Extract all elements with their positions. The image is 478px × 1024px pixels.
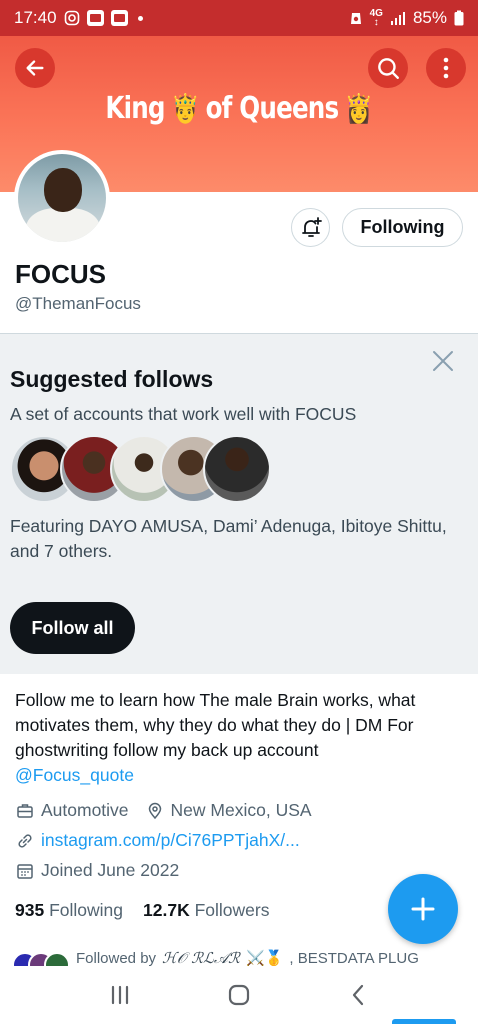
- suggested-follows-card: Suggested follows A set of accounts that…: [0, 334, 478, 674]
- briefcase-icon: [15, 801, 35, 821]
- followers-stat[interactable]: 12.7K Followers: [143, 900, 269, 921]
- profile-avatar[interactable]: [14, 150, 110, 246]
- home-icon: [228, 984, 250, 1006]
- following-label: Following: [49, 900, 124, 920]
- system-navigation-bar: [0, 966, 478, 1024]
- system-back-button[interactable]: [338, 975, 378, 1015]
- plus-icon: [411, 897, 435, 921]
- recent-apps-button[interactable]: [100, 975, 140, 1015]
- bio-mention-link[interactable]: @Focus_quote: [15, 765, 134, 785]
- bottom-blue-indicator: [392, 1019, 456, 1024]
- followers-count: 12.7K: [143, 900, 190, 920]
- notifications-button[interactable]: [291, 208, 330, 247]
- search-button[interactable]: [368, 48, 408, 88]
- profile-meta-row: Automotive New Mexico, USA: [15, 800, 312, 821]
- profile-category: Automotive: [41, 800, 129, 820]
- followed-by-row[interactable]: Followed by ℋ𝒪 ℛℒ𝒜ℛ ⚔️🥇 , BESTDATA PLUG: [12, 948, 478, 968]
- follow-stats: 935 Following 12.7K Followers: [15, 900, 269, 921]
- banner-title: King 🤴 of Queens 👸: [43, 91, 435, 126]
- dismiss-suggestions-button[interactable]: [430, 348, 456, 374]
- profile-location: New Mexico, USA: [170, 800, 312, 820]
- calendar-icon: [15, 861, 35, 881]
- arrow-left-icon: [26, 60, 44, 76]
- followers-label: Followers: [194, 900, 270, 920]
- profile-joined-row: Joined June 2022: [15, 860, 179, 881]
- suggested-avatars[interactable]: [10, 435, 280, 503]
- suggested-title: Suggested follows: [10, 366, 214, 392]
- signal-icon: [390, 11, 406, 25]
- battery-percentage: 85%: [412, 8, 447, 27]
- back-button[interactable]: [15, 48, 55, 88]
- status-time: 17:40: [14, 8, 57, 27]
- status-bar: 17:40 4G ↕ 85%: [0, 0, 478, 36]
- following-count: 935: [15, 900, 45, 920]
- avatar-image: [18, 154, 106, 242]
- follow-all-button[interactable]: Follow all: [10, 602, 135, 654]
- search-icon: [378, 58, 399, 79]
- profile-link-row: instagram.com/p/Ci76PPTjahX/...: [15, 830, 300, 851]
- more-notifications-dot-icon: [137, 15, 143, 21]
- followed-by-emoji: ⚔️🥇: [246, 950, 284, 967]
- chevron-left-icon: [353, 984, 364, 1006]
- followed-by-prefix: Followed by: [76, 949, 157, 967]
- profile-bio: Follow me to learn how The male Brain wo…: [15, 688, 465, 788]
- battery-saver-icon: [349, 10, 363, 26]
- following-stat[interactable]: 935 Following: [15, 900, 123, 921]
- more-vertical-icon: [443, 57, 449, 79]
- suggested-subtitle: A set of accounts that work well with FO…: [10, 404, 357, 424]
- instagram-notification-icon: [64, 10, 80, 26]
- home-button[interactable]: [219, 975, 259, 1015]
- banner-text-king: King: [105, 91, 165, 126]
- suggested-featuring-text: Featuring DAYO AMUSA, Dami’ Adenuga, Ibi…: [10, 516, 447, 561]
- banner-text-queens: of Queens: [205, 91, 340, 126]
- following-button[interactable]: Following: [342, 208, 463, 247]
- avatar: [203, 435, 271, 503]
- bell-plus-icon: [301, 216, 322, 237]
- bio-text: Follow me to learn how The male Brain wo…: [15, 690, 416, 760]
- profile-name: FOCUS: [15, 259, 106, 289]
- profile-website-link[interactable]: instagram.com/p/Ci76PPTjahX/...: [41, 830, 300, 851]
- followed-by-name-1: ℋ𝒪 ℛℒ𝒜ℛ: [162, 949, 241, 967]
- more-options-button[interactable]: [426, 48, 466, 88]
- app-notification-icon: [86, 10, 104, 26]
- network-type: 4G ↕: [369, 8, 383, 28]
- profile-joined-date: Joined June 2022: [41, 860, 180, 880]
- close-icon: [433, 351, 453, 371]
- app-notification-icon: [110, 10, 128, 26]
- battery-icon: [454, 10, 464, 26]
- link-icon: [15, 831, 35, 851]
- profile-handle: @ThemanFocus: [15, 294, 141, 313]
- recent-apps-icon: [111, 985, 128, 1005]
- prince-emoji: 🤴: [171, 92, 200, 125]
- compose-tweet-button[interactable]: [388, 874, 458, 944]
- location-pin-icon: [145, 801, 165, 821]
- followed-by-name-2: , BESTDATA PLUG: [289, 949, 419, 967]
- princess-emoji: 👸: [344, 92, 374, 125]
